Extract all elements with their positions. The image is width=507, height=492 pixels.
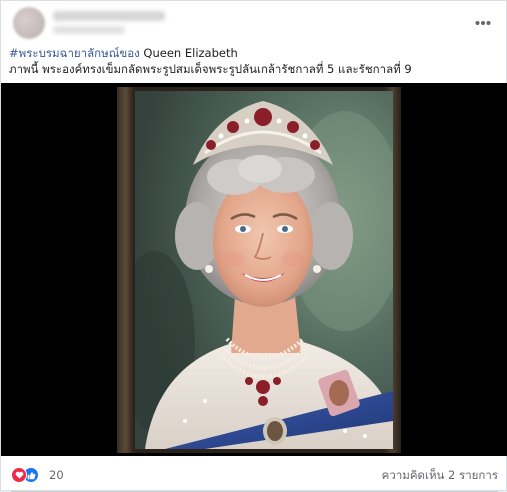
caption-line-2: ภาพนี้ พระองค์ทรงเข็มกลัดพระรูปสมเด็จพระ… — [9, 62, 412, 76]
caption-line-1-text: Queen Elizabeth — [139, 46, 238, 60]
reactions-summary[interactable]: 20 — [11, 466, 64, 484]
caption-line-1: #พระบรมฉายาลักษณ์ของ Queen Elizabeth — [9, 45, 499, 61]
facebook-post-card: #พระบรมฉายาลักษณ์ของ Queen Elizabeth ภาพ… — [0, 0, 507, 492]
post-caption: #พระบรมฉายาลักษณ์ของ Queen Elizabeth ภาพ… — [9, 45, 499, 77]
heart-reaction-icon — [11, 467, 27, 483]
post-options-button[interactable] — [471, 11, 495, 35]
comments-count-link[interactable]: ความคิดเห็น 2 รายการ — [382, 467, 498, 485]
post-footer: 20 ความคิดเห็น 2 รายการ — [1, 456, 507, 492]
post-photo[interactable] — [1, 83, 507, 456]
post-meta-blurred — [53, 26, 125, 34]
more-horizontal-icon — [475, 21, 491, 25]
post-header — [1, 1, 507, 45]
author-name-blurred[interactable] — [53, 11, 165, 21]
reaction-count: 20 — [49, 468, 64, 482]
portrait-image — [135, 91, 393, 449]
caption-hashtag[interactable]: #พระบรมฉายาลักษณ์ของ — [9, 46, 140, 60]
author-avatar[interactable] — [13, 7, 45, 39]
